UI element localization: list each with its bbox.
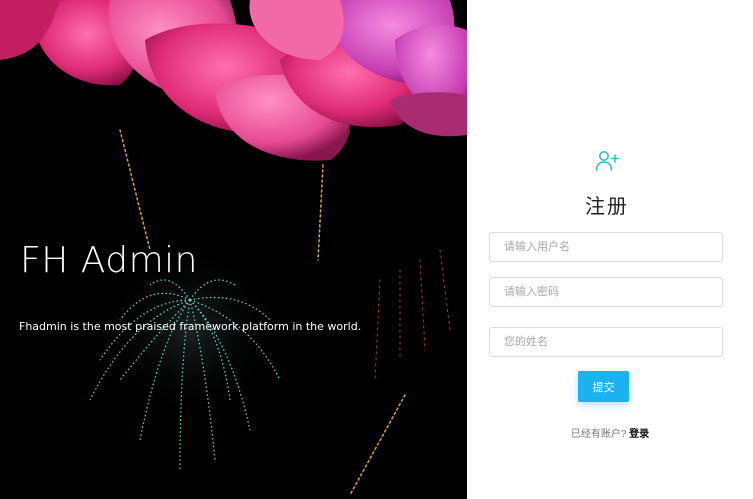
hero-subtitle: Fhadmin is the most praised framework pl…: [19, 320, 362, 333]
submit-button[interactable]: 提交: [578, 371, 629, 402]
password-input[interactable]: [489, 277, 723, 307]
login-switch: 已经有账户? 登录: [467, 425, 753, 440]
user-plus-icon: [595, 150, 621, 172]
have-account-text: 已经有账户?: [570, 429, 627, 440]
username-input[interactable]: [489, 232, 723, 262]
login-link[interactable]: 登录: [629, 429, 649, 440]
form-title: 注册: [585, 196, 629, 218]
fullname-input[interactable]: [489, 327, 723, 357]
hero-title: FH Admin: [20, 240, 198, 281]
register-panel: 注册 提交 已经有账户? 登录: [467, 0, 753, 499]
hero-panel: FH Admin Fhadmin is the most praised fra…: [0, 0, 467, 499]
